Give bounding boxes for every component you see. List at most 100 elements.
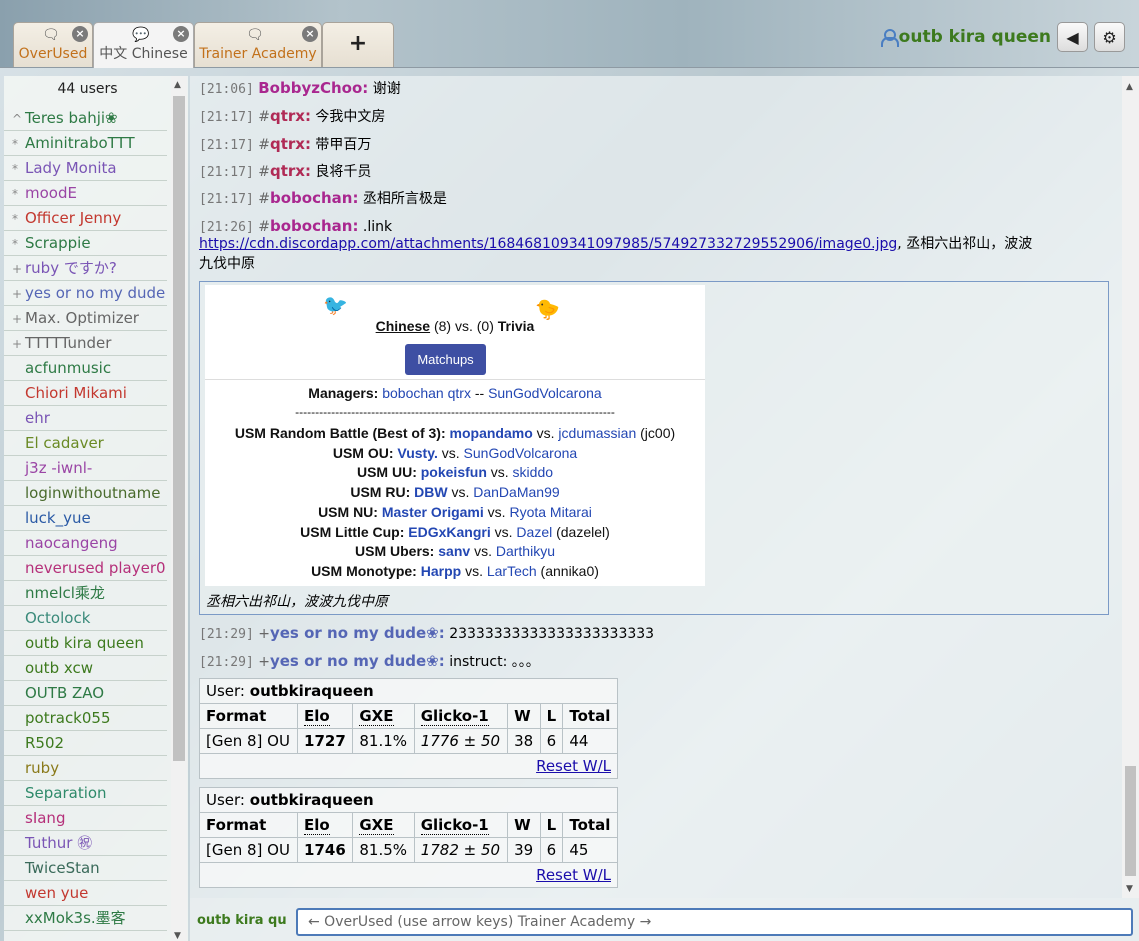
new-tab-button[interactable]: + bbox=[322, 22, 394, 67]
timestamp: [21:17] bbox=[199, 110, 254, 125]
user-list-item[interactable]: TwiceStan bbox=[4, 856, 167, 881]
message-author[interactable]: yes or no my dude❀: bbox=[270, 624, 445, 642]
tab-trainer-academy[interactable]: 🗨 × Trainer Academy bbox=[194, 22, 322, 67]
message-author[interactable]: yes or no my dude❀: bbox=[270, 652, 445, 670]
column-header: L bbox=[539, 703, 564, 729]
table-cell-elo: 1727 bbox=[297, 728, 354, 754]
table-cell-gxe: 81.5% bbox=[352, 837, 415, 863]
message-author[interactable]: BobbyzChoo: bbox=[258, 79, 368, 97]
user-list-item[interactable]: neverused player0 bbox=[4, 556, 167, 581]
scroll-up-icon[interactable]: ▲ bbox=[1126, 82, 1133, 92]
format-label: USM OU: bbox=[332, 444, 394, 461]
chat-message: [21:17] #qtrx: 良将千员 bbox=[199, 161, 371, 183]
user-list-item[interactable]: naocangeng bbox=[4, 531, 167, 556]
user-name: outb kira queen bbox=[25, 634, 144, 652]
ladder-user: outbkiraqueen bbox=[249, 791, 374, 809]
user-list-item[interactable]: OUTB ZAO bbox=[4, 681, 167, 706]
close-icon[interactable]: × bbox=[173, 26, 189, 42]
vs-label: vs. bbox=[536, 425, 555, 441]
user-list-item[interactable]: Octolock bbox=[4, 606, 167, 631]
user-list-item[interactable]: + yes or no my dude bbox=[4, 281, 167, 306]
user-list-item[interactable]: loginwithoutname bbox=[4, 481, 167, 506]
tab-chinese[interactable]: 💬 × 中文 Chinese bbox=[93, 22, 194, 68]
user-list-item[interactable]: outb xcw bbox=[4, 656, 167, 681]
player-right: DanDaMan99 bbox=[473, 484, 560, 501]
message-author[interactable]: qtrx: bbox=[270, 135, 311, 153]
message-author[interactable]: qtrx: bbox=[270, 162, 311, 180]
user-list-item[interactable]: xxMok3s.墨客 bbox=[4, 906, 167, 931]
user-list-item[interactable]: luck_yue bbox=[4, 506, 167, 531]
user-list-item[interactable]: + ruby ですか? bbox=[4, 256, 167, 281]
user-list-item[interactable]: * Lady Monita bbox=[4, 156, 167, 181]
user-list-item[interactable]: + Max. Optimizer bbox=[4, 306, 167, 331]
table-reset-row: Reset W/L bbox=[199, 753, 618, 779]
user-list-item[interactable]: * AminitraboTTT bbox=[4, 131, 167, 156]
matchup-line: USM Monotype: Harpp vs. LarTech (annika0… bbox=[205, 563, 705, 579]
tour-matchup-image[interactable]: 🐦 🐤 Chinese (8) vs. (0) Trivia Matchups … bbox=[205, 285, 705, 586]
user-name: TwiceStan bbox=[25, 859, 100, 877]
format-label: USM Random Battle (Best of 3): bbox=[234, 425, 446, 441]
reset-wl-button[interactable]: Reset W/L bbox=[536, 757, 611, 775]
chat-scrollbar[interactable]: ▲ ▼ bbox=[1122, 76, 1139, 898]
scroll-down-icon[interactable]: ▼ bbox=[174, 931, 181, 941]
scroll-down-icon[interactable]: ▼ bbox=[1126, 884, 1133, 894]
table-user-row: User: outbkiraqueen bbox=[199, 787, 618, 813]
user-rank: + bbox=[12, 312, 23, 326]
image-link[interactable]: https://cdn.discordapp.com/attachments/1… bbox=[199, 236, 897, 252]
close-icon[interactable]: × bbox=[302, 26, 318, 42]
user-name: wen yue bbox=[25, 884, 89, 902]
close-icon[interactable]: × bbox=[72, 26, 88, 42]
tab-overused[interactable]: 🗨 × OverUsed bbox=[13, 22, 93, 67]
managers-right: SunGodVolcarona bbox=[488, 385, 602, 401]
user-list-item[interactable]: + TTTTTunder bbox=[4, 331, 167, 356]
sound-button[interactable]: ◀ bbox=[1057, 22, 1088, 52]
message-input[interactable] bbox=[296, 908, 1133, 936]
user-list-item[interactable]: ^ Teres bahji❀ bbox=[4, 106, 167, 131]
scroll-thumb[interactable] bbox=[1125, 766, 1136, 876]
settings-button[interactable]: ⚙ bbox=[1094, 22, 1125, 52]
user-list-scrollbar[interactable]: ▲ ▼ bbox=[171, 76, 187, 941]
user-list-item[interactable]: j3z -iwnl- bbox=[4, 456, 167, 481]
user-list-item[interactable]: El cadaver bbox=[4, 431, 167, 456]
message-author[interactable]: qtrx: bbox=[270, 107, 311, 125]
table-cell-elo: 1746 bbox=[297, 837, 354, 863]
user-list-item[interactable]: * Scrappie bbox=[4, 231, 167, 256]
user-list-item[interactable]: Tuthur ㊗ bbox=[4, 831, 167, 856]
user-list-item[interactable]: outb kira queen bbox=[4, 631, 167, 656]
matchup-line: USM OU: Vusty. vs. SunGodVolcarona bbox=[205, 445, 705, 461]
match-score: Chinese (8) vs. (0) Trivia bbox=[205, 318, 705, 334]
user-label: User: bbox=[206, 682, 245, 700]
user-list-item[interactable]: nmelcl乘龙 bbox=[4, 581, 167, 606]
user-list-item[interactable]: potrack055 bbox=[4, 706, 167, 731]
user-list-item[interactable]: sIang bbox=[4, 806, 167, 831]
reset-wl-button[interactable]: Reset W/L bbox=[536, 866, 611, 884]
column-header-label: Glicko-1 bbox=[420, 816, 489, 835]
format-label: USM Little Cup: bbox=[300, 523, 405, 540]
column-header: W bbox=[507, 703, 541, 729]
tab-label: 中文 Chinese bbox=[99, 46, 188, 62]
user-list-item[interactable]: acfunmusic bbox=[4, 356, 167, 381]
message-composer: outb kira qu bbox=[190, 898, 1139, 941]
scroll-thumb[interactable] bbox=[173, 96, 185, 761]
user-list-item[interactable]: * Officer Jenny bbox=[4, 206, 167, 231]
user-list-item[interactable]: Chiori Mikami bbox=[4, 381, 167, 406]
message-text: .link bbox=[362, 219, 393, 235]
timestamp: [21:17] bbox=[199, 165, 254, 180]
user-list-item[interactable]: ehr bbox=[4, 406, 167, 431]
user-name: Officer Jenny bbox=[25, 209, 122, 227]
user-name: Max. Optimizer bbox=[25, 309, 139, 327]
link-message: https://cdn.discordapp.com/attachments/1… bbox=[199, 234, 1032, 254]
user-name: potrack055 bbox=[25, 709, 111, 727]
user-list-item[interactable]: * moodE bbox=[4, 181, 167, 206]
matchup-line: USM Little Cup: EDGxKangri vs. Dazel (da… bbox=[205, 524, 705, 540]
message-author[interactable]: bobochan: bbox=[270, 217, 358, 235]
user-list-item[interactable]: ruby bbox=[4, 756, 167, 781]
current-user[interactable]: outb kira queen bbox=[880, 27, 1051, 47]
scroll-up-icon[interactable]: ▲ bbox=[174, 80, 181, 90]
user-list-item[interactable]: wen yue bbox=[4, 881, 167, 906]
user-list-item[interactable]: Separation bbox=[4, 781, 167, 806]
user-list-item[interactable]: R502 bbox=[4, 731, 167, 756]
message-author[interactable]: bobochan: bbox=[270, 189, 358, 207]
timestamp: [21:29] bbox=[199, 655, 254, 670]
column-header-label: Elo bbox=[304, 707, 330, 726]
